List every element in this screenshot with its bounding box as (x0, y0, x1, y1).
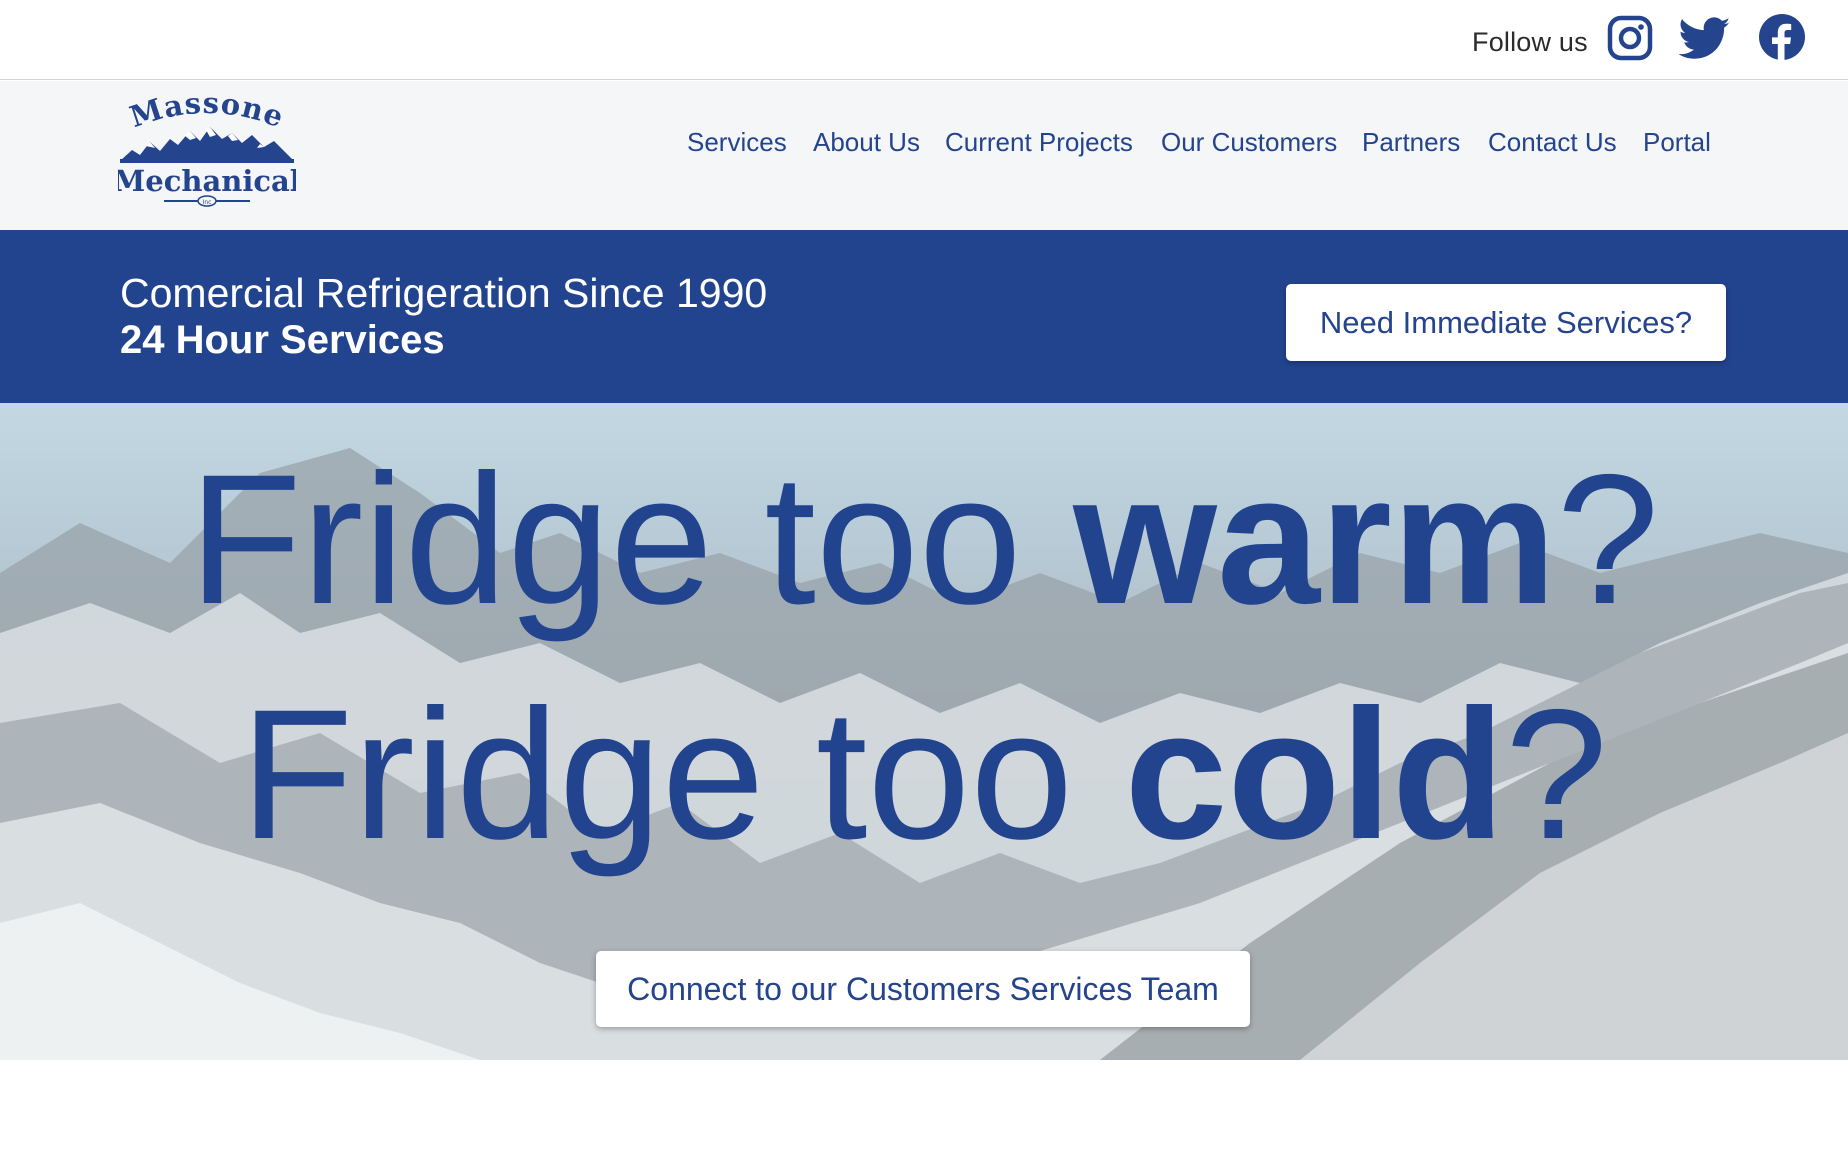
nav-item-our-customers[interactable]: Our Customers (1161, 127, 1337, 158)
social-bar: Follow us (0, 0, 1848, 80)
headline-warm-prefix: Fridge too (188, 437, 1074, 643)
headline-cold-suffix: ? (1504, 672, 1608, 878)
hero-section: Fridge too warm? Fridge too cold? Connec… (0, 403, 1848, 1060)
massone-mechanical-logo[interactable]: Massone Mechanical Inc (113, 86, 301, 213)
headline-warm-emphasis: warm (1073, 437, 1557, 643)
facebook-icon[interactable] (1758, 13, 1806, 61)
main-navbar: Massone Mechanical Inc Services About Us… (0, 81, 1848, 230)
connect-customer-service-button[interactable]: Connect to our Customers Services Team (596, 951, 1250, 1027)
svg-text:Massone: Massone (126, 95, 289, 134)
logo-suffix: Inc (203, 199, 212, 206)
nav-item-services[interactable]: Services (687, 127, 787, 158)
nav-item-about-us[interactable]: About Us (813, 127, 920, 158)
need-immediate-services-button[interactable]: Need Immediate Services? (1286, 284, 1726, 361)
nav-item-partners[interactable]: Partners (1362, 127, 1460, 158)
headline-cold: Fridge too cold? (0, 683, 1848, 868)
headline-warm-suffix: ? (1556, 437, 1660, 643)
tagline-since: Comercial Refrigeration Since 1990 (120, 270, 768, 316)
nav-item-current-projects[interactable]: Current Projects (945, 127, 1133, 158)
headline-cold-emphasis: cold (1124, 672, 1505, 878)
follow-us-label: Follow us (1472, 27, 1588, 57)
headline-cold-prefix: Fridge too (240, 672, 1125, 878)
instagram-icon[interactable] (1606, 14, 1654, 62)
nav-item-portal[interactable]: Portal (1643, 127, 1711, 158)
headline-warm: Fridge too warm? (0, 448, 1848, 633)
logo-line2: Mechanical (118, 164, 296, 198)
tagline-24-hour: 24 Hour Services (120, 318, 445, 362)
nav-item-contact-us[interactable]: Contact Us (1488, 127, 1617, 158)
twitter-icon[interactable] (1679, 16, 1731, 62)
tagline-band: Comercial Refrigeration Since 1990 24 Ho… (0, 230, 1848, 403)
logo-line1: Massone (126, 86, 288, 135)
